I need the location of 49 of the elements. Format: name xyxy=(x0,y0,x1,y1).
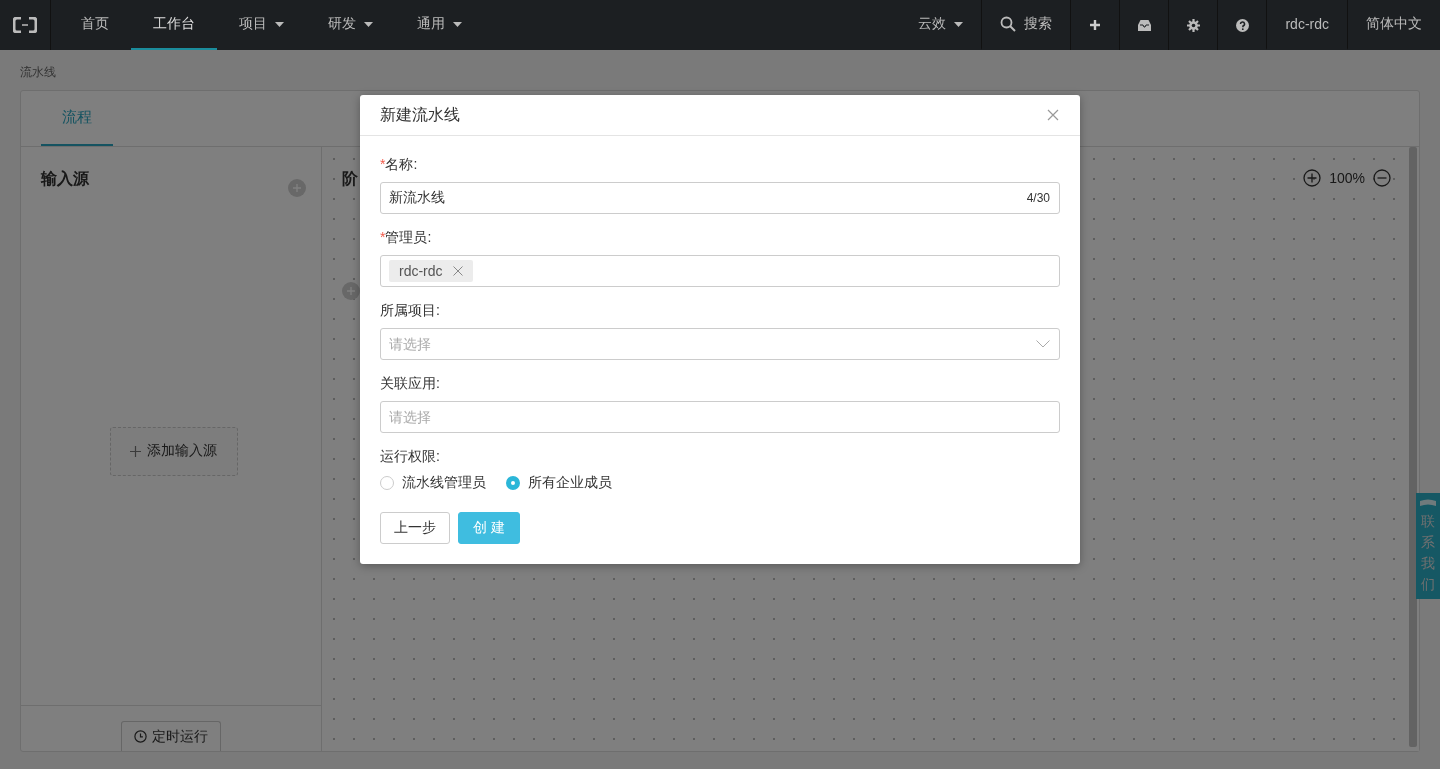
nav-item[interactable]: 工作台 xyxy=(131,0,217,50)
org-menu[interactable]: 云效 xyxy=(900,0,982,50)
search-button[interactable]: 搜索 xyxy=(981,0,1071,50)
nav-item[interactable]: 首页 xyxy=(59,0,131,50)
user-menu[interactable]: rdc-rdc xyxy=(1266,0,1347,50)
schedule-button[interactable]: 定时运行 xyxy=(121,721,221,751)
required-mark: * xyxy=(380,156,386,174)
caret-icon xyxy=(954,21,964,27)
field-label: 管理员: xyxy=(385,229,432,247)
stage-title: 阶 xyxy=(342,169,358,189)
zoom-out-icon[interactable] xyxy=(1373,169,1391,187)
zoom-level: 100% xyxy=(1329,170,1365,186)
clock-icon xyxy=(134,730,147,743)
chevron-down-icon xyxy=(1036,340,1050,348)
search-icon xyxy=(1000,16,1017,32)
scrollbar[interactable] xyxy=(1409,147,1417,747)
field-label: 名称: xyxy=(385,156,418,174)
field-label: 关联应用: xyxy=(380,375,440,393)
close-icon[interactable] xyxy=(452,266,463,276)
close-icon[interactable] xyxy=(1047,109,1059,121)
radio-option[interactable]: 所有企业成员 xyxy=(506,474,612,492)
nav-item[interactable]: 研发 xyxy=(306,0,395,50)
add-source-button[interactable]: 添加输入源 xyxy=(109,426,238,476)
caret-icon xyxy=(364,21,373,27)
panel-title: 输入源 xyxy=(41,169,89,189)
required-mark: * xyxy=(380,229,386,247)
zoom-in-icon[interactable] xyxy=(1303,169,1322,187)
char-counter: 4/30 xyxy=(1026,191,1050,205)
field-label: 所属项目: xyxy=(380,302,440,320)
tag-label: rdc-rdc xyxy=(399,263,443,279)
field-label: 运行权限: xyxy=(380,448,440,466)
chat-icon xyxy=(1420,499,1436,507)
add-icon[interactable] xyxy=(1089,19,1102,31)
nav-item[interactable]: 通用 xyxy=(395,0,484,50)
help-icon[interactable] xyxy=(1235,18,1249,32)
project-select[interactable]: 请选择 xyxy=(380,328,1060,360)
caret-icon xyxy=(453,21,462,27)
language-menu[interactable]: 简体中文 xyxy=(1347,0,1440,50)
inbox-icon[interactable] xyxy=(1137,19,1151,31)
app-field[interactable]: 请选择 xyxy=(380,401,1060,433)
caret-icon xyxy=(275,21,284,27)
plus-icon xyxy=(130,445,141,457)
admin-field[interactable]: rdc-rdc xyxy=(380,255,1060,287)
logo-icon[interactable] xyxy=(13,17,37,33)
back-button[interactable]: 上一步 xyxy=(380,512,450,544)
radio-option[interactable]: 流水线管理员 xyxy=(380,474,486,492)
dialog-title: 新建流水线 xyxy=(380,104,460,125)
settings-icon[interactable] xyxy=(1186,18,1200,32)
nav-item[interactable]: 项目 xyxy=(217,0,306,50)
